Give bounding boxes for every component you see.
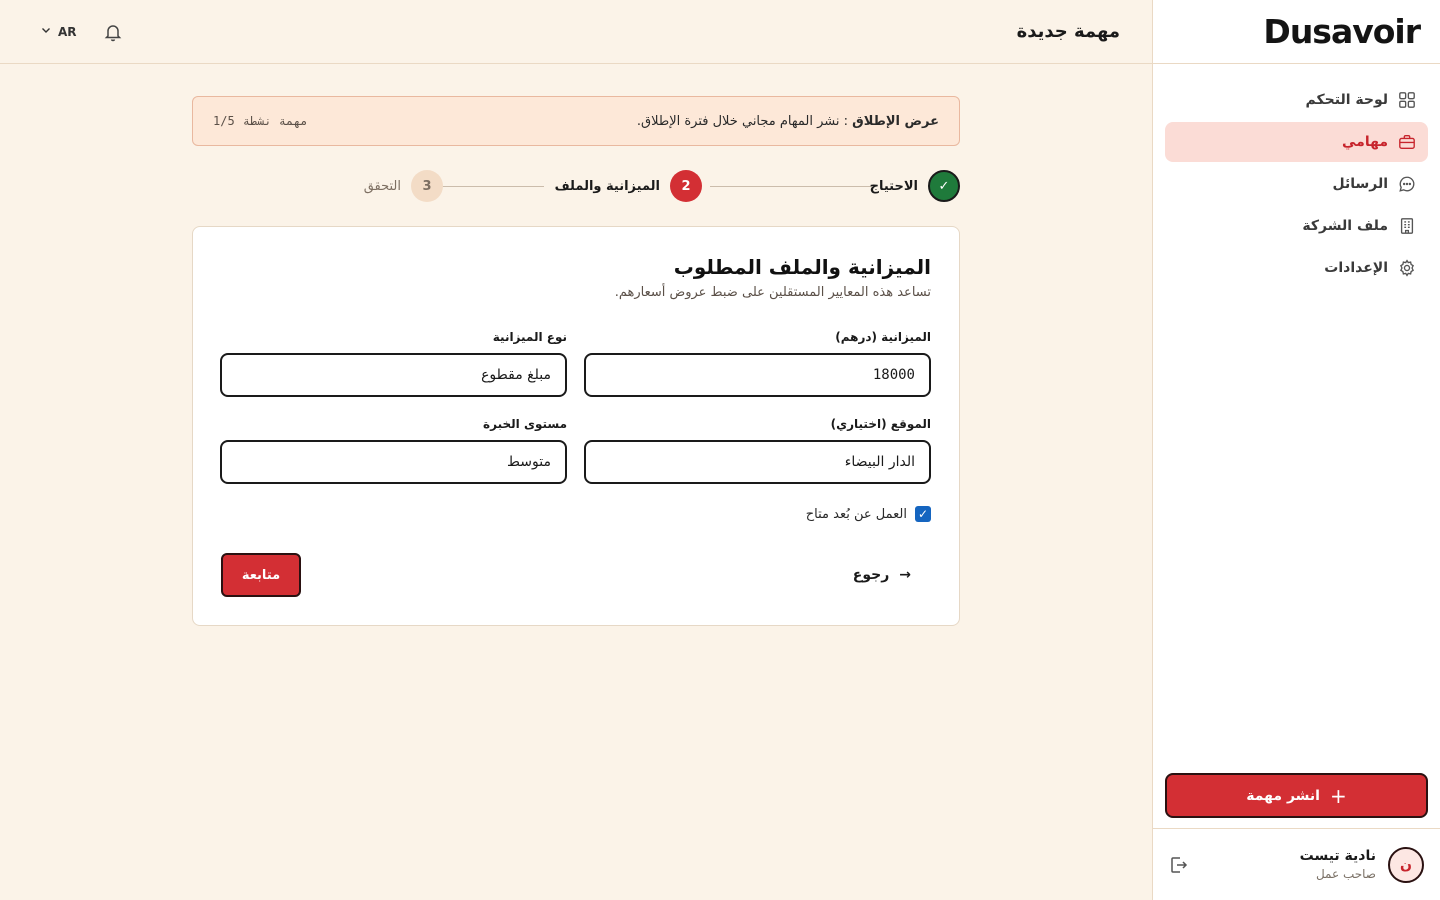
publish-task-button[interactable]: + انشر مهمة: [1165, 773, 1428, 818]
step-verification: 3 التحقق: [364, 170, 443, 202]
back-button[interactable]: → رجوع: [833, 567, 931, 583]
form-subtitle: تساعد هذه المعايير المستقلين على ضبط عرو…: [614, 285, 931, 300]
sidebar-item-label: الرسائل: [1332, 176, 1388, 192]
step-label: الاحتياج: [869, 178, 918, 194]
plus-icon: +: [1329, 783, 1347, 808]
sidebar-item-label: مهامي: [1342, 134, 1388, 150]
continue-button[interactable]: متابعة: [221, 553, 301, 597]
step-label: الميزانية والملف: [554, 178, 660, 194]
experience-label: مستوى الخبرة: [483, 417, 567, 431]
task-count-label: مهمة نشطة: [242, 114, 308, 128]
sidebar-item-label: ملف الشركة: [1302, 218, 1388, 234]
header-tools: AR: [40, 22, 123, 42]
avatar[interactable]: ن: [1388, 846, 1424, 883]
experience-input[interactable]: [220, 440, 567, 484]
chevron-down-icon: [40, 24, 52, 39]
experience-field: مستوى الخبرة: [220, 417, 567, 484]
briefcase-icon: [1398, 133, 1416, 151]
chat-icon: [1398, 175, 1416, 193]
brand-logo[interactable]: Dusavoir: [1263, 15, 1421, 48]
step-number: 2: [670, 170, 702, 202]
sidebar-nav: لوحة التحكم مهامي الرسائل ملف الشركة الإ…: [1153, 64, 1440, 288]
banner-message: عرض الإطلاق : نشر المهام مجاني خلال فترة…: [637, 114, 939, 129]
sidebar-item-label: الإعدادات: [1324, 260, 1388, 276]
form-actions: → رجوع متابعة: [221, 553, 931, 597]
location-label: الموقع (اختياري): [830, 417, 931, 431]
banner-title: عرض الإطلاق: [852, 113, 939, 129]
user-profile-area: ن نادية تيست صاحب عمل: [1152, 828, 1440, 900]
active-task-count: 1/5 مهمة نشطة: [213, 114, 308, 128]
remote-checkbox[interactable]: ✓: [915, 506, 931, 522]
location-field: الموقع (اختياري): [584, 417, 931, 484]
location-input[interactable]: [584, 440, 931, 484]
bell-icon[interactable]: [103, 22, 123, 42]
step-number: ✓: [928, 170, 960, 202]
step-connector: [434, 186, 544, 187]
language-label: AR: [58, 24, 77, 39]
logo-area: Dusavoir: [1153, 0, 1440, 64]
remote-label: العمل عن بُعد متاح: [805, 506, 907, 522]
user-name: نادية تيست: [1299, 848, 1376, 864]
publish-task-label: انشر مهمة: [1246, 787, 1320, 804]
gear-icon: [1398, 259, 1416, 277]
sidebar-item-dashboard[interactable]: لوحة التحكم: [1165, 80, 1428, 120]
user-info: نادية تيست صاحب عمل: [1188, 848, 1376, 881]
form-grid: الميزانية (درهم) نوع الميزانية الموقع (ا…: [220, 330, 931, 484]
sidebar-item-my-tasks[interactable]: مهامي: [1165, 122, 1428, 162]
form-title: الميزانية والملف المطلوب: [673, 255, 931, 279]
budget-type-field: نوع الميزانية: [220, 330, 567, 397]
sidebar-item-label: لوحة التحكم: [1305, 92, 1388, 108]
launch-offer-banner: عرض الإطلاق : نشر المهام مجاني خلال فترة…: [192, 96, 960, 146]
budget-type-input[interactable]: [220, 353, 567, 397]
banner-text: : نشر المهام مجاني خلال فترة الإطلاق.: [636, 113, 853, 129]
arrow-right-icon: →: [899, 567, 911, 583]
language-selector[interactable]: AR: [40, 24, 77, 39]
back-label: رجوع: [852, 567, 890, 583]
remote-option: ✓ العمل عن بُعد متاح: [221, 506, 931, 522]
budget-label: الميزانية (درهم): [835, 330, 931, 344]
sidebar: Dusavoir لوحة التحكم مهامي الرسائل ملف ا…: [1152, 0, 1440, 900]
top-header: مهمة جديدة AR: [0, 0, 1152, 64]
stepper: ✓ الاحتياج 2 الميزانية والملف 3 التحقق: [192, 146, 960, 226]
step-needs: ✓ الاحتياج: [870, 170, 960, 202]
budget-input[interactable]: [584, 353, 931, 397]
sidebar-item-messages[interactable]: الرسائل: [1165, 164, 1428, 204]
grid-icon: [1398, 91, 1416, 109]
step-number: 3: [411, 170, 443, 202]
task-count-value: 1/5: [213, 114, 235, 128]
step-connector: [710, 186, 872, 187]
main-content: عرض الإطلاق : نشر المهام مجاني خلال فترة…: [192, 64, 960, 626]
budget-form-card: الميزانية والملف المطلوب تساعد هذه المعا…: [192, 226, 960, 626]
budget-field: الميزانية (درهم): [584, 330, 931, 397]
sidebar-item-settings[interactable]: الإعدادات: [1165, 248, 1428, 288]
building-icon: [1398, 217, 1416, 235]
sidebar-item-company-profile[interactable]: ملف الشركة: [1165, 206, 1428, 246]
user-role: صاحب عمل: [1315, 867, 1376, 881]
budget-type-label: نوع الميزانية: [492, 330, 567, 344]
step-label: التحقق: [363, 178, 401, 194]
logout-icon[interactable]: [1168, 855, 1188, 875]
page-title: مهمة جديدة: [1016, 21, 1120, 42]
step-budget-profile: 2 الميزانية والملف: [555, 170, 702, 202]
